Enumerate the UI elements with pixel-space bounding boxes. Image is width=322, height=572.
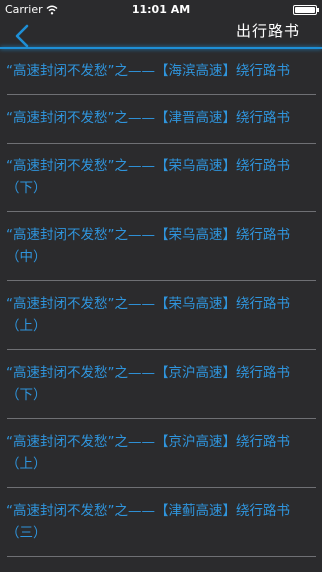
list-item-label: “高速封闭不发愁”之——【海滨高速】绕行路书 [6, 63, 290, 79]
battery-fill [295, 7, 315, 13]
list-item[interactable]: “高速封闭不发愁”之——【荣乌高速】绕行路书（上） [0, 281, 322, 350]
list-item-label: “高速封闭不发愁”之——【津蓟高速】绕行路书（三） [6, 503, 290, 541]
list-item[interactable]: “高速封闭不发愁”之——【京沪高速】绕行路书（上） [0, 419, 322, 488]
list-item-label: “高速封闭不发愁”之——【荣乌高速】绕行路书（上） [6, 296, 290, 334]
list-item[interactable]: “高速封闭不发愁”之——【津晋高速】绕行路书 [0, 95, 322, 144]
battery-icon [293, 5, 319, 15]
list-item[interactable]: “高速封闭不发愁”之——【荣乌高速】绕行路书（下） [0, 144, 322, 212]
screen: Carrier 11:01 AM 出行路书 “高速封闭不发愁”之——【海滨高速】… [0, 0, 322, 572]
list-item[interactable]: “高速封闭不发愁”之——【京沪高速】绕行路书（下） [0, 350, 322, 419]
list-item-label: “高速封闭不发愁”之——【京沪高速】绕行路书（下） [6, 365, 290, 403]
page-title: 出行路书 [235, 22, 300, 40]
list-item[interactable]: “高速封闭不发愁”之——【海滨高速】绕行路书 [0, 49, 322, 95]
list-item-label: “高速封闭不发愁”之——【荣乌高速】绕行路书（下） [6, 158, 290, 196]
list-item-label: “高速封闭不发愁”之——【荣乌高速】绕行路书（中） [6, 227, 290, 265]
list-item-label: “高速封闭不发愁”之——【京沪高速】绕行路书（上） [6, 434, 290, 472]
list-item-label: “高速封闭不发愁”之——【津晋高速】绕行路书 [6, 110, 290, 126]
status-bar: Carrier 11:01 AM [0, 0, 322, 20]
list-item[interactable]: “高速封闭不发愁”之——【荣乌高速】绕行路书（中） [0, 212, 322, 281]
list-item[interactable]: “高速封闭不发愁”之——【津蓟高速】绕行路书（三） [0, 488, 322, 557]
divider [7, 556, 316, 557]
route-list: “高速封闭不发愁”之——【海滨高速】绕行路书 “高速封闭不发愁”之——【津晋高速… [0, 49, 322, 557]
clock: 11:01 AM [131, 3, 191, 16]
